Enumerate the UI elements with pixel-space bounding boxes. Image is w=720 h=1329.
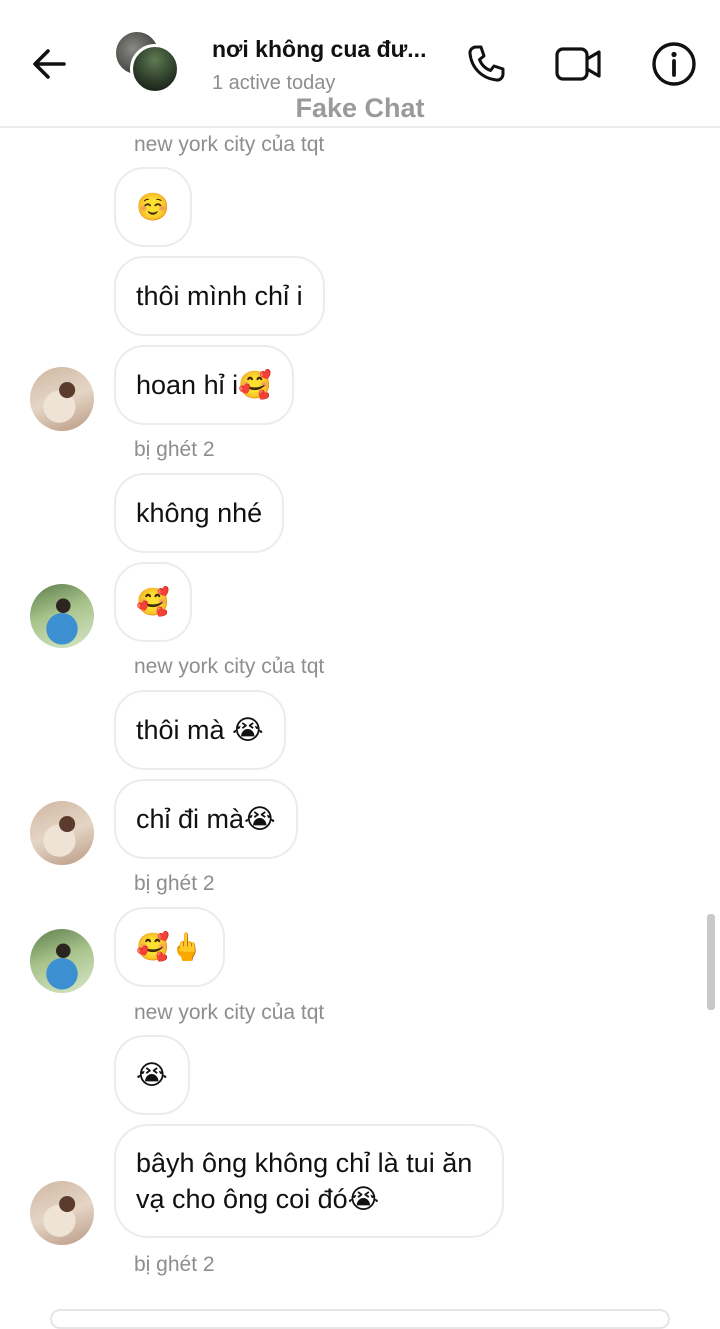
message-bubble[interactable]: ☺️	[114, 167, 192, 247]
sender-name: new york city của tqt	[134, 655, 325, 678]
message-bubble[interactable]: 🥰	[114, 562, 192, 642]
message-bubble[interactable]: 🥰🖕	[114, 907, 226, 987]
sender-avatar[interactable]	[30, 584, 94, 648]
arrow-left-icon	[33, 49, 66, 79]
scrollbar[interactable]	[707, 914, 715, 1010]
message-bubble[interactable]: không nhé	[114, 473, 285, 553]
sender-name: bị ghét 2	[134, 872, 215, 895]
chat-title[interactable]: nơi không cua đư...	[212, 36, 442, 63]
message-bubble[interactable]: thôi mình chỉ i	[114, 256, 325, 336]
sender-avatar[interactable]	[30, 801, 94, 865]
back-button[interactable]	[28, 42, 72, 86]
message-bubble[interactable]: thôi mà 😭	[114, 690, 286, 770]
video-camera-icon	[555, 47, 601, 81]
video-call-button[interactable]	[554, 40, 602, 88]
active-status: 1 active today	[212, 72, 336, 94]
avatar	[130, 44, 180, 94]
sender-name: bị ghét 2	[134, 1253, 215, 1276]
message-bubble[interactable]: chỉ đi mà😭	[114, 779, 298, 859]
sender-name: bị ghét 2	[134, 438, 215, 461]
sender-avatar[interactable]	[30, 1181, 94, 1245]
message-bubble[interactable]: bâyh ông không chỉ là tui ăn vạ cho ông …	[114, 1124, 504, 1238]
message-composer[interactable]	[50, 1309, 670, 1329]
watermark: Fake Chat	[295, 93, 425, 123]
voice-call-button[interactable]	[462, 40, 510, 88]
sender-name: new york city của tqt	[134, 1001, 325, 1024]
sender-avatar[interactable]	[30, 929, 94, 993]
chat-header: nơi không cua đư... 1 active today Fake …	[0, 0, 720, 128]
message-bubble[interactable]: hoan hỉ i🥰	[114, 345, 294, 425]
message-bubble[interactable]: 😭	[114, 1035, 190, 1115]
sender-name: new york city của tqt	[134, 133, 325, 156]
info-button[interactable]	[650, 40, 698, 88]
phone-icon	[468, 45, 505, 82]
info-icon	[652, 42, 696, 86]
group-avatar[interactable]	[114, 30, 180, 96]
sender-avatar[interactable]	[30, 367, 94, 431]
